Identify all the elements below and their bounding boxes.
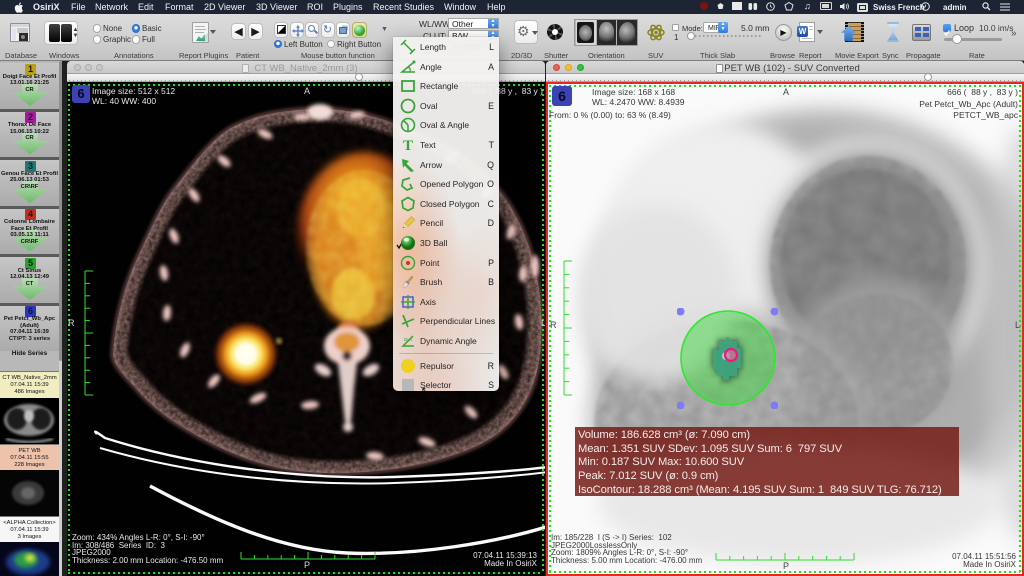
- svg-text:T: T: [403, 138, 413, 153]
- svg-text:Dyn: Dyn: [404, 337, 412, 342]
